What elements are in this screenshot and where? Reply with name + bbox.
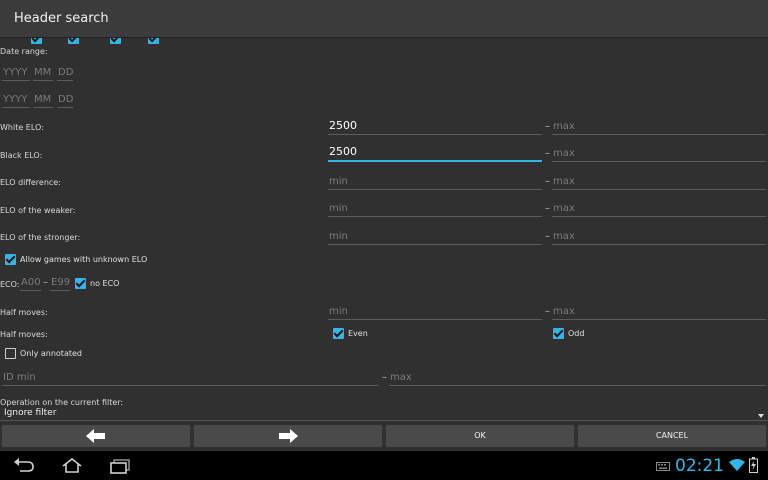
only-annotated-label: Only annotated [20, 349, 82, 358]
back-button[interactable] [2, 425, 190, 447]
half-moves-parity-label: Half moves: [0, 330, 48, 339]
date-to-day-input[interactable]: DD [57, 92, 73, 108]
date-from-month-input[interactable]: MM [33, 65, 53, 81]
range-separator: – [545, 306, 550, 317]
forward-button[interactable] [194, 425, 382, 447]
range-separator: – [43, 277, 48, 288]
eco-from-input[interactable]: A00 [20, 275, 41, 291]
no-eco-label: no ECO [90, 279, 120, 288]
range-separator: – [382, 372, 387, 383]
half-moves-min-input[interactable]: min [328, 304, 542, 320]
allow-unknown-elo-label: Allow games with unknown ELO [20, 255, 148, 264]
operation-spinner[interactable]: Ignore filter [0, 408, 768, 421]
arrow-right-icon [279, 429, 298, 443]
eco-to-input[interactable]: E99 [50, 275, 70, 291]
range-separator: – [545, 203, 550, 214]
date-to-year-input[interactable]: YYYY [2, 92, 30, 108]
allow-unknown-elo-checkbox[interactable] [5, 254, 16, 265]
nav-home-icon[interactable] [60, 458, 84, 474]
elo-stronger-label: ELO of the stronger: [0, 233, 81, 242]
result-draw-checkbox[interactable] [68, 38, 79, 44]
arrow-left-icon [86, 429, 105, 443]
elo-difference-max-input[interactable]: max [552, 174, 766, 190]
only-annotated-checkbox[interactable] [5, 348, 16, 359]
operation-label: Operation on the current filter: [0, 398, 124, 407]
range-separator: – [545, 231, 550, 242]
id-max-input[interactable]: max [389, 370, 766, 386]
elo-weaker-max-input[interactable]: max [552, 201, 766, 217]
keyboard-icon [656, 462, 670, 471]
date-to-month-input[interactable]: MM [33, 92, 53, 108]
cancel-button[interactable]: CANCEL [578, 425, 766, 447]
id-min-input[interactable]: ID min [2, 370, 378, 386]
ok-button[interactable]: OK [386, 425, 574, 447]
even-label: Even [348, 329, 368, 338]
nav-back-icon[interactable] [12, 458, 36, 474]
date-range-label: Date range: [0, 47, 48, 56]
page-title: Header search [14, 11, 109, 26]
white-elo-min-input[interactable]: 2500 [328, 119, 542, 135]
odd-label: Odd [568, 329, 585, 338]
white-elo-max-input[interactable]: max [552, 119, 766, 135]
odd-checkbox[interactable] [553, 328, 564, 339]
spinner-arrow-icon [758, 414, 764, 418]
button-bar: OK CANCEL [0, 425, 768, 449]
range-separator: – [545, 148, 550, 159]
black-elo-label: Black ELO: [0, 151, 43, 160]
half-moves-label: Half moves: [0, 308, 48, 317]
date-from-year-input[interactable]: YYYY [2, 65, 30, 81]
date-from-day-input[interactable]: DD [57, 65, 73, 81]
battery-icon [749, 457, 758, 473]
black-elo-max-input[interactable]: max [552, 146, 766, 162]
range-separator: – [545, 176, 550, 187]
black-elo-min-input[interactable]: 2500 [328, 145, 542, 162]
nav-recent-apps-icon[interactable] [108, 458, 132, 474]
elo-difference-min-input[interactable]: min [328, 174, 542, 190]
action-bar: Header search [0, 0, 768, 38]
status-clock: 02:21 [675, 456, 724, 476]
elo-difference-label: ELO difference: [0, 178, 61, 187]
even-checkbox[interactable] [333, 328, 344, 339]
elo-stronger-min-input[interactable]: min [328, 229, 542, 245]
result-unknown-checkbox[interactable] [148, 38, 159, 44]
white-elo-label: White ELO: [0, 123, 44, 132]
elo-weaker-min-input[interactable]: min [328, 201, 542, 217]
eco-label: ECO: [0, 280, 20, 289]
wifi-icon [729, 459, 745, 471]
result-black-wins-checkbox[interactable] [110, 38, 121, 44]
system-navigation-bar: 02:21 [0, 451, 768, 480]
elo-stronger-max-input[interactable]: max [552, 229, 766, 245]
elo-weaker-label: ELO of the weaker: [0, 206, 76, 215]
range-separator: – [545, 121, 550, 132]
operation-selected-value: Ignore filter [4, 408, 57, 418]
result-white-wins-checkbox[interactable] [31, 38, 42, 44]
half-moves-max-input[interactable]: max [552, 304, 766, 320]
no-eco-checkbox[interactable] [75, 278, 86, 289]
header-search-form[interactable]: Date range: YYYY MM DD YYYY MM DD White … [0, 38, 768, 422]
